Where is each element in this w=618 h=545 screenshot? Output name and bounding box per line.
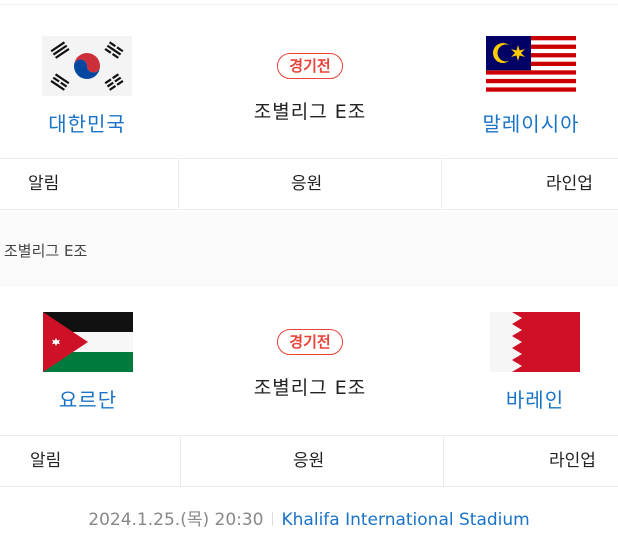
action-bar: 알림 응원 라인업 (0, 435, 618, 487)
lineup-button[interactable]: 라인업 (549, 436, 596, 486)
teams-row: 요르단 경기전 조별리그 E조 바레인 (0, 287, 618, 437)
home-team[interactable]: 대한민국 (12, 36, 162, 137)
away-team-name[interactable]: 말레이시아 (456, 108, 606, 137)
home-team-name[interactable]: 대한민국 (12, 108, 162, 137)
match-footer: 2024.1.25.(목) 20:30 Khalifa International… (0, 505, 618, 530)
divider (180, 436, 181, 486)
section-title: 조별리그 E조 (4, 242, 88, 260)
south-korea-flag-icon (42, 36, 132, 96)
away-team[interactable]: 말레이시아 (456, 36, 606, 137)
group-label: 조별리그 E조 (253, 377, 367, 399)
away-team-name[interactable]: 바레인 (460, 384, 610, 413)
match-card-2: 요르단 경기전 조별리그 E조 바레인 알림 응원 라인업 (0, 287, 618, 489)
group-label: 조별리그 E조 (253, 101, 367, 123)
section-header: 조별리그 E조 (0, 212, 618, 287)
venue-link[interactable]: Khalifa International Stadium (282, 510, 530, 530)
status-badge: 경기전 (277, 53, 343, 79)
cheer-button[interactable]: 응원 (291, 159, 322, 209)
cheer-button[interactable]: 응원 (293, 436, 324, 486)
status-badge: 경기전 (277, 329, 343, 355)
match-datetime: 2024.1.25.(목) 20:30 (88, 510, 264, 530)
match-info: 경기전 조별리그 E조 (230, 329, 390, 400)
away-team[interactable]: 바레인 (460, 312, 610, 413)
separator (271, 512, 273, 526)
alert-button[interactable]: 알림 (30, 436, 61, 486)
home-team[interactable]: 요르단 (13, 312, 163, 413)
lineup-button[interactable]: 라인업 (546, 159, 593, 209)
divider (178, 159, 179, 209)
bahrain-flag-icon (490, 312, 580, 372)
action-bar: 알림 응원 라인업 (0, 158, 618, 210)
home-team-name[interactable]: 요르단 (13, 384, 163, 413)
malaysia-flag-icon (486, 36, 576, 96)
match-info: 경기전 조별리그 E조 (230, 53, 390, 124)
match-card-1: 대한민국 경기전 조별리그 E조 말레이시아 알림 응원 라인업 (0, 0, 618, 212)
teams-row: 대한민국 경기전 조별리그 E조 말레이시아 (0, 0, 618, 160)
divider (443, 436, 444, 486)
alert-button[interactable]: 알림 (28, 159, 59, 209)
divider (441, 159, 442, 209)
jordan-flag-icon (43, 312, 133, 372)
